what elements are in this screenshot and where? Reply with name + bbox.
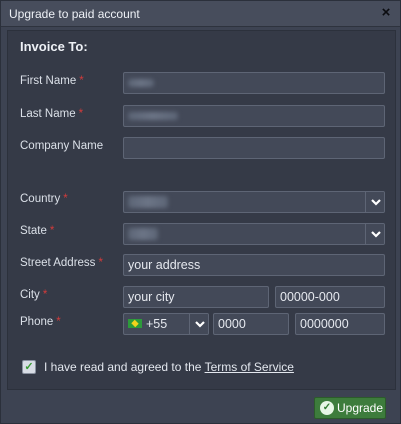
section-title: Invoice To:: [20, 39, 88, 54]
upgrade-button-label: Upgrade: [337, 401, 384, 415]
upgrade-button[interactable]: ✓ Upgrade: [314, 397, 386, 419]
invoice-panel: Invoice To: First Name * Last Name * Compa…: [7, 30, 396, 390]
agreement-text: I have read and agreed to the Terms of S…: [44, 360, 294, 374]
upgrade-dialog: Upgrade to paid account × Invoice To: Fi…: [0, 0, 401, 424]
phone-label: Phone *: [20, 316, 61, 328]
terms-checkbox[interactable]: ✓: [22, 360, 36, 374]
chevron-down-icon[interactable]: [365, 192, 384, 212]
phone-country-code: +55: [146, 317, 168, 331]
brazil-flag-icon: [128, 319, 142, 329]
dialog-title: Upgrade to paid account: [9, 7, 140, 21]
last-name-label: Last Name *: [20, 108, 84, 120]
state-label: State *: [20, 225, 55, 237]
check-circle-icon: ✓: [320, 401, 334, 415]
last-name-field[interactable]: [123, 105, 385, 127]
country-label: Country *: [20, 193, 68, 205]
zip-field[interactable]: 00000-000: [275, 286, 385, 308]
phone-area-field[interactable]: 0000: [213, 313, 289, 335]
city-label: City *: [20, 289, 48, 301]
company-name-field[interactable]: [123, 137, 385, 159]
required-mark: *: [42, 289, 48, 301]
first-name-label: First Name *: [20, 75, 84, 87]
chevron-down-icon[interactable]: [365, 224, 384, 244]
required-mark: *: [78, 108, 84, 120]
phone-country-select[interactable]: +55: [123, 313, 209, 335]
company-name-label: Company Name: [20, 140, 104, 152]
terms-of-service-link[interactable]: Terms of Service: [205, 360, 294, 374]
required-mark: *: [98, 257, 103, 269]
required-mark: *: [49, 225, 55, 237]
street-address-field[interactable]: your address: [123, 254, 385, 276]
first-name-field[interactable]: [123, 72, 385, 94]
street-address-label: Street Address *: [20, 257, 103, 269]
city-field[interactable]: your city: [123, 286, 269, 308]
country-select[interactable]: [123, 191, 385, 213]
dialog-titlebar: Upgrade to paid account ×: [1, 1, 400, 27]
state-select[interactable]: [123, 223, 385, 245]
required-mark: *: [79, 75, 84, 87]
required-mark: *: [63, 193, 68, 205]
close-icon[interactable]: ×: [378, 4, 394, 22]
phone-number-field[interactable]: 0000000: [295, 313, 385, 335]
chevron-down-icon[interactable]: [189, 314, 208, 334]
required-mark: *: [56, 316, 61, 328]
